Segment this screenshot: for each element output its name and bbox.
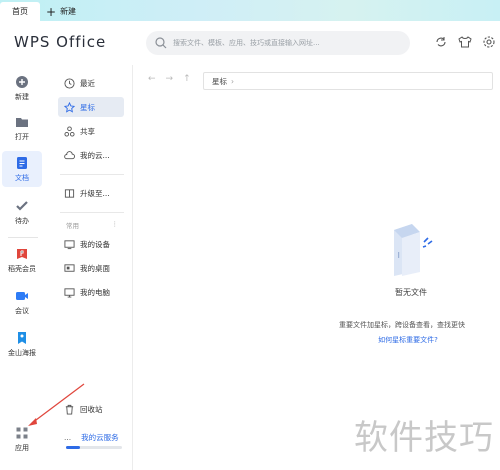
left-rail: 新建 打开 文档 待办 稻壳会员 会议 金山海报 应用 (0, 65, 46, 470)
nav-label: 我的云... (80, 150, 110, 160)
nav-item-my-device[interactable]: 我的设备 (58, 234, 124, 254)
history-nav: ← → ↑ (148, 74, 191, 84)
nav-label: 我的设备 (80, 239, 110, 249)
nav-label: 共享 (80, 126, 95, 136)
rail-label: 打开 (15, 133, 29, 141)
watermark: 软件技巧 (354, 418, 494, 458)
nav-panel: 最近 星标 共享 我的云... 升级至... 常用 ⋮ 我的设备 我的桌面 我的… (56, 65, 132, 470)
skin-icon[interactable] (458, 35, 472, 49)
nav-label: 最近 (80, 78, 95, 88)
more-icon[interactable]: ⋮ (112, 220, 119, 230)
nav-item-shared[interactable]: 共享 (58, 121, 124, 141)
rail-item-todo[interactable]: 待办 (2, 199, 42, 226)
desktop-icon (64, 263, 75, 272)
nav-item-cloud[interactable]: 我的云... (58, 145, 124, 165)
forward-arrow-icon[interactable]: → (166, 74, 174, 84)
nav-label: 我的云服务 (81, 432, 119, 442)
clock-icon (64, 77, 75, 89)
up-arrow-icon[interactable]: ↑ (183, 74, 191, 84)
search-input[interactable] (173, 39, 408, 47)
rail-divider (8, 237, 38, 238)
nav-item-my-computer[interactable]: 我的电脑 (58, 282, 124, 302)
plus-circle-icon (16, 76, 28, 88)
tab-bar: 首页 + 新建 (0, 0, 500, 21)
apps-grid-icon (16, 427, 28, 439)
nav-item-upgrade[interactable]: 升级至... (58, 183, 124, 203)
rail-label: 待办 (15, 217, 29, 225)
cloud-usage-fill (66, 446, 80, 449)
rail-label: 应用 (15, 444, 29, 452)
share-icon (64, 125, 75, 137)
rail-item-apps[interactable]: 应用 (2, 426, 42, 453)
empty-state-description: 重要文件加星标，跨设备查看，查找更快 (339, 321, 465, 329)
how-to-star-link[interactable]: 如何星标重要文件? (348, 335, 468, 345)
cloud-icon (64, 150, 75, 159)
nav-label: 我的桌面 (80, 263, 110, 273)
sync-icon[interactable] (434, 35, 448, 49)
back-arrow-icon[interactable]: ← (148, 74, 156, 84)
daoke-icon (17, 249, 27, 259)
nav-item-my-desktop[interactable]: 我的桌面 (58, 258, 124, 278)
rail-item-docs[interactable]: 文档 (2, 151, 42, 187)
breadcrumb[interactable]: 星标 › (203, 72, 493, 90)
nav-item-recycle[interactable]: 回收站 (58, 399, 124, 419)
rail-item-new[interactable]: 新建 (2, 75, 42, 102)
nav-item-starred[interactable]: 星标 (58, 97, 124, 117)
nav-section-header: 常用 ⋮ (66, 220, 118, 230)
column-divider (132, 65, 133, 470)
nav-label: 回收站 (80, 404, 103, 414)
upgrade-icon (64, 188, 75, 198)
nav-item-cloud-service[interactable]: ... 我的云服务 (58, 427, 124, 447)
nav-label: 升级至... (80, 188, 110, 198)
nav-item-recent[interactable]: 最近 (58, 73, 124, 93)
document-icon (17, 156, 27, 169)
plus-icon: + (46, 4, 57, 19)
video-icon (16, 292, 28, 300)
star-icon (64, 101, 75, 113)
nav-divider (60, 174, 124, 175)
rail-item-poster[interactable]: 金山海报 (2, 331, 42, 358)
rail-label: 新建 (15, 93, 29, 101)
tab-new[interactable]: + 新建 (46, 2, 76, 21)
app-logo: WPS Office (14, 33, 107, 51)
settings-icon[interactable] (482, 35, 496, 49)
search-icon (155, 37, 167, 49)
tab-new-label: 新建 (60, 7, 77, 16)
computer-icon (64, 287, 75, 298)
rail-label: 会议 (15, 307, 29, 315)
device-icon (64, 239, 75, 249)
nav-label: 我的电脑 (80, 287, 110, 297)
search-box[interactable] (146, 31, 410, 55)
rail-item-open[interactable]: 打开 (2, 115, 42, 142)
trash-icon (65, 404, 74, 415)
rail-label: 稻壳会员 (8, 265, 36, 273)
section-label: 常用 (66, 222, 79, 230)
tab-home[interactable]: 首页 (0, 2, 40, 21)
chevron-right-icon: › (231, 76, 234, 86)
rail-item-meeting[interactable]: 会议 (2, 289, 42, 316)
nav-divider (60, 212, 124, 213)
nav-label: 星标 (80, 102, 95, 112)
breadcrumb-item[interactable]: 星标 (212, 76, 227, 87)
folder-icon (16, 118, 28, 127)
poster-icon (18, 332, 26, 344)
rail-item-daoke[interactable]: 稻壳会员 (2, 247, 42, 274)
header: WPS Office (0, 21, 500, 65)
empty-folder-illustration (394, 224, 433, 276)
check-icon (16, 201, 28, 211)
rail-label: 文档 (15, 173, 29, 182)
tab-home-label: 首页 (12, 7, 28, 16)
empty-state-title: 暂无文件 (395, 288, 427, 297)
cloud-service-dots: ... (64, 432, 72, 442)
rail-label: 金山海报 (8, 349, 36, 357)
